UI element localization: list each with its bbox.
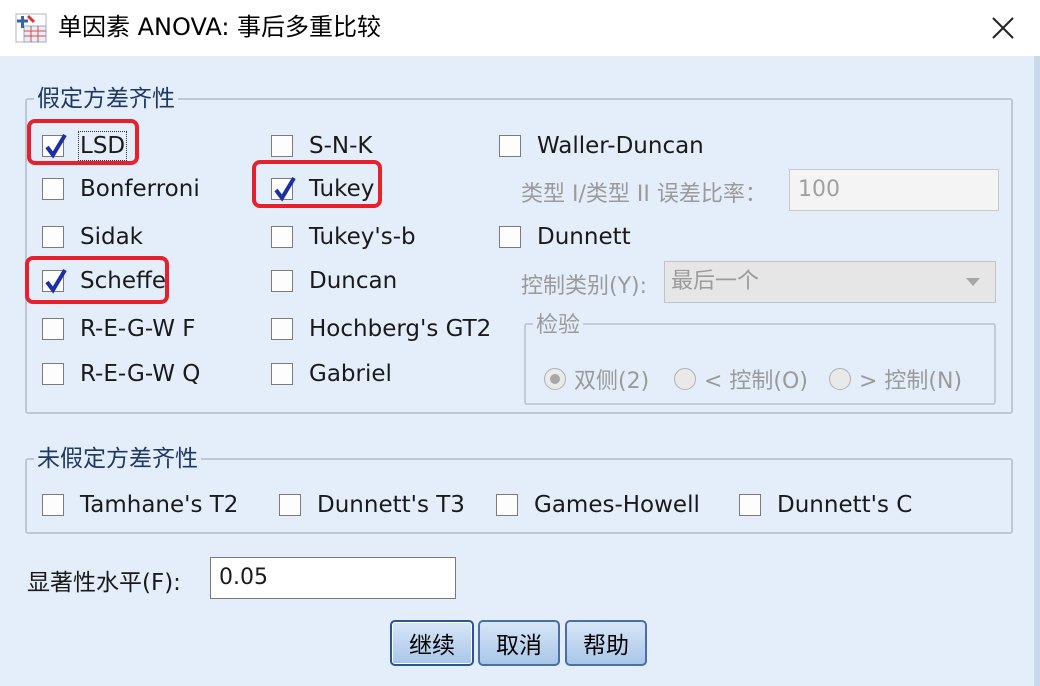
dunnett-c-checkbox[interactable]: Dunnett's C [739,488,912,522]
dunnett-c-label: Dunnett's C [777,492,913,518]
greater-than-control-radio[interactable]: > 控制(N) [829,363,962,395]
checkmark-icon [45,133,67,159]
games-howell-label: Games-Howell [534,492,700,518]
checkbox-box [496,494,518,516]
tukey-checkbox[interactable]: Tukey [271,172,374,206]
cancel-button[interactable]: 取消 [478,620,560,666]
bonferroni-checkbox[interactable]: Bonferroni [42,172,200,206]
radio-dot [550,374,560,384]
checkbox-box [499,226,521,248]
control-category-label: 控制类别(Y): [521,274,648,299]
checkmark-icon [45,268,67,294]
tukeys-b-label: Tukey's-b [309,224,416,250]
control-category-value: 最后一个 [671,269,760,294]
dunnett-t3-label: Dunnett's T3 [317,492,465,518]
dunnett-checkbox[interactable]: Dunnett [499,220,631,254]
continue-button[interactable]: 继续 [390,620,474,666]
checkbox-box [271,318,293,340]
scheffe-label: Scheffe [80,268,166,294]
close-button[interactable] [978,8,1028,48]
checkbox-box [42,226,64,248]
checkbox-box [271,270,293,292]
bonferroni-label: Bonferroni [80,176,200,202]
checkbox-box [271,135,293,157]
spss-app-icon [14,12,48,44]
control-category-select[interactable]: 最后一个 [664,261,996,303]
radio-circle [829,368,851,390]
checkbox-box [271,226,293,248]
checkbox-box [739,494,761,516]
snk-label: S-N-K [309,133,373,159]
regwq-label: R-E-G-W Q [80,361,201,387]
less-than-control-radio[interactable]: < 控制(O) [674,363,808,395]
checkbox-box [279,494,301,516]
snk-checkbox[interactable]: S-N-K [271,129,373,163]
less-than-control-label: < 控制(O) [704,369,808,394]
hochberg-checkbox[interactable]: Hochberg's GT2 [271,312,491,346]
two-sided-radio[interactable]: 双侧(2) [544,363,649,395]
checkbox-box [42,494,64,516]
lsd-label: LSD [77,131,128,161]
checkbox-box [42,178,64,200]
hochberg-label: Hochberg's GT2 [309,316,492,342]
greater-than-control-label: > 控制(N) [859,369,963,394]
tukey-label: Tukey [309,176,375,202]
checkbox-box [499,135,521,157]
gabriel-checkbox[interactable]: Gabriel [271,357,392,391]
help-button[interactable]: 帮助 [565,620,647,666]
radio-circle [544,368,566,390]
sidak-checkbox[interactable]: Sidak [42,220,143,254]
checkbox-box [42,363,64,385]
significance-label: 显著性水平(F): [27,570,181,596]
regwf-label: R-E-G-W F [80,316,196,342]
window-edge [1034,56,1040,686]
equal-variance-legend: 假定方差齐性 [34,86,178,112]
checkmark-icon [274,176,296,202]
error-ratio-input[interactable]: 100 [789,169,999,211]
window-title: 单因素 ANOVA: 事后多重比较 [58,13,382,41]
gabriel-label: Gabriel [309,361,392,387]
tamhane-label: Tamhane's T2 [80,492,239,518]
close-icon [992,17,1014,39]
waller-duncan-label: Waller-Duncan [537,133,704,159]
duncan-checkbox[interactable]: Duncan [271,264,397,298]
games-howell-checkbox[interactable]: Games-Howell [496,488,700,522]
unequal-variance-legend: 未假定方差齐性 [34,446,201,472]
checkbox-box [42,133,67,159]
chevron-down-icon [966,278,980,286]
sidak-label: Sidak [80,224,144,250]
lsd-checkbox[interactable]: LSD [42,129,128,163]
significance-input[interactable]: 0.05 [210,557,456,599]
regwf-checkbox[interactable]: R-E-G-W F [42,312,196,346]
checkbox-box [271,176,296,202]
waller-duncan-checkbox[interactable]: Waller-Duncan [499,129,704,163]
tamhane-checkbox[interactable]: Tamhane's T2 [42,488,238,522]
test-legend: 检验 [533,313,584,339]
regwq-checkbox[interactable]: R-E-G-W Q [42,357,200,391]
radio-circle [674,368,696,390]
checkbox-box [271,363,293,385]
tukeys-b-checkbox[interactable]: Tukey's-b [271,220,416,254]
checkbox-box [42,268,67,294]
scheffe-checkbox[interactable]: Scheffe [42,264,166,298]
dunnett-label: Dunnett [537,224,631,250]
dunnett-t3-checkbox[interactable]: Dunnett's T3 [279,488,465,522]
duncan-label: Duncan [309,268,398,294]
error-ratio-label: 类型 I/类型 II 误差比率： [521,182,767,207]
two-sided-label: 双侧(2) [574,369,650,394]
checkbox-box [42,318,64,340]
